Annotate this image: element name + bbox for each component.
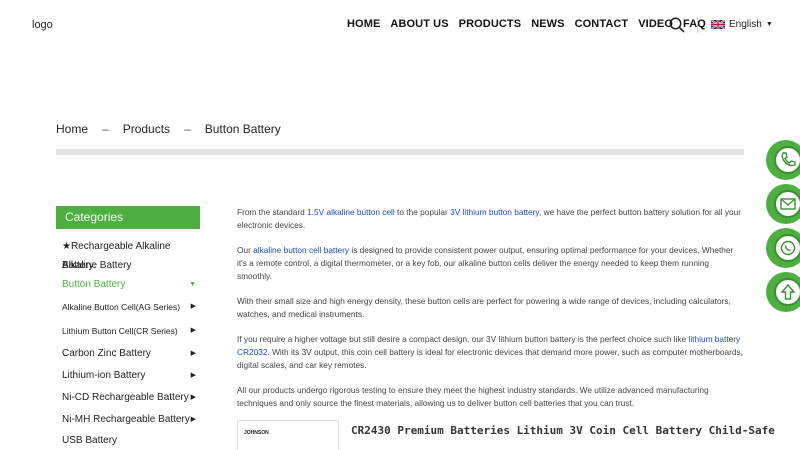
category-list: ★Rechargeable Alkaline Battery Alkaline …: [56, 237, 200, 450]
phone-widget[interactable]: [766, 140, 800, 180]
breadcrumb-separator: –: [102, 122, 109, 136]
envelope-icon: [780, 198, 796, 210]
nav-about-us[interactable]: ABOUT US: [390, 18, 448, 30]
chevron-right-icon[interactable]: ▶: [191, 319, 196, 343]
nav-faq[interactable]: FAQ: [683, 18, 706, 30]
nav-news[interactable]: NEWS: [531, 18, 564, 30]
category-label: Ni-CD Rechargeable Battery: [62, 392, 189, 403]
description-paragraph: From the standard 1.5V alkaline button c…: [237, 206, 745, 232]
category-label: USB Battery: [62, 435, 118, 446]
category-description: From the standard 1.5V alkaline button c…: [237, 206, 745, 422]
category-usb-battery[interactable]: USB Battery: [56, 431, 200, 450]
category-label: Ni-MH Rechargeable Battery: [62, 414, 190, 425]
category-alkaline-button-cell[interactable]: Alkaline Button Cell(AG Series) ▶: [56, 295, 200, 319]
header-divider: [697, 17, 698, 33]
chevron-down-icon[interactable]: ▼: [189, 275, 196, 295]
category-carbon-zinc[interactable]: Carbon Zinc Battery ▶: [56, 343, 200, 365]
category-label: Alkaline Button Cell(AG Series): [62, 302, 181, 312]
breadcrumb-products[interactable]: Products: [123, 122, 170, 136]
floating-contact-widgets: [766, 140, 800, 316]
product-thumbnail[interactable]: JOHNSON: [237, 420, 339, 450]
language-label: English: [729, 19, 762, 30]
category-alkaline-battery[interactable]: Alkaline Battery: [56, 256, 200, 275]
text-run: . With its 3V output, this coin cell bat…: [237, 347, 743, 370]
category-lithium-button-cell[interactable]: Lithium Button Cell(CR Series) ▶: [56, 319, 200, 343]
uk-flag-icon: [710, 19, 726, 30]
category-lithium-ion[interactable]: Lithium-ion Battery ▶: [56, 365, 200, 387]
breadcrumb-home[interactable]: Home: [56, 122, 88, 136]
category-rechargeable-alkaline[interactable]: ★Rechargeable Alkaline Battery: [56, 237, 200, 271]
category-label: Button Battery: [62, 279, 126, 290]
logo[interactable]: logo: [32, 19, 53, 31]
language-selector[interactable]: English ▼: [710, 19, 773, 30]
category-ni-cd[interactable]: Ni-CD Rechargeable Battery ▶: [56, 387, 200, 409]
category-label: Alkaline Battery: [62, 260, 132, 271]
nav-home[interactable]: HOME: [347, 18, 380, 30]
link-alkaline-button-cell-battery[interactable]: alkaline button cell battery: [253, 245, 349, 255]
arrow-up-icon: [780, 283, 796, 300]
breadcrumb-separator: –: [184, 122, 191, 136]
text-run: From the standard: [237, 207, 308, 217]
description-paragraph: Our alkaline button cell battery is desi…: [237, 244, 745, 283]
whatsapp-icon: [780, 240, 796, 256]
nav-video[interactable]: VIDEO: [638, 18, 673, 30]
product-brand-logo: JOHNSON: [244, 430, 269, 436]
breadcrumb-divider: [56, 149, 744, 155]
chevron-right-icon[interactable]: ▶: [191, 295, 196, 319]
text-run: Our: [237, 245, 254, 255]
nav-contact[interactable]: CONTACT: [575, 18, 629, 30]
nav-products[interactable]: PRODUCTS: [459, 18, 522, 30]
site-header: logo HOME ABOUT US PRODUCTS NEWS CONTACT…: [0, 0, 800, 50]
description-paragraph: With their small size and high energy de…: [237, 296, 731, 319]
text-run: If you require a higher voltage but stil…: [237, 334, 689, 344]
phone-icon: [781, 152, 796, 167]
whatsapp-widget[interactable]: [766, 228, 800, 268]
breadcrumb: Home – Products – Button Battery: [56, 122, 281, 136]
link-alkaline-button-cell[interactable]: 1.5V alkaline button cell: [307, 207, 395, 217]
category-label: Carbon Zinc Battery: [62, 348, 151, 359]
main-nav: HOME ABOUT US PRODUCTS NEWS CONTACT VIDE…: [347, 18, 716, 30]
description-paragraph: All our products undergo rigorous testin…: [237, 385, 709, 408]
chevron-right-icon[interactable]: ▶: [191, 387, 196, 409]
caret-down-icon: ▼: [765, 21, 773, 28]
category-button-battery[interactable]: Button Battery ▼: [56, 275, 200, 295]
chevron-right-icon[interactable]: ▶: [191, 409, 196, 431]
search-icon[interactable]: [669, 17, 685, 33]
link-lithium-button-battery[interactable]: 3V lithium button battery: [450, 207, 539, 217]
product-title[interactable]: CR2430 Premium Batteries Lithium 3V Coin…: [351, 424, 775, 437]
back-to-top-widget[interactable]: [766, 272, 800, 312]
chevron-right-icon[interactable]: ▶: [191, 343, 196, 365]
categories-title: Categories: [56, 206, 200, 229]
description-paragraph: If you require a higher voltage but stil…: [237, 333, 745, 372]
chevron-right-icon[interactable]: ▶: [191, 365, 196, 387]
category-label: Lithium-ion Battery: [62, 370, 146, 381]
category-ni-mh[interactable]: Ni-MH Rechargeable Battery ▶: [56, 409, 200, 431]
category-label: Lithium Button Cell(CR Series): [62, 326, 178, 336]
category-sidebar: Categories ★Rechargeable Alkaline Batter…: [56, 206, 200, 450]
email-widget[interactable]: [766, 184, 800, 224]
text-run: to the popular: [394, 207, 451, 217]
breadcrumb-current: Button Battery: [204, 122, 281, 136]
